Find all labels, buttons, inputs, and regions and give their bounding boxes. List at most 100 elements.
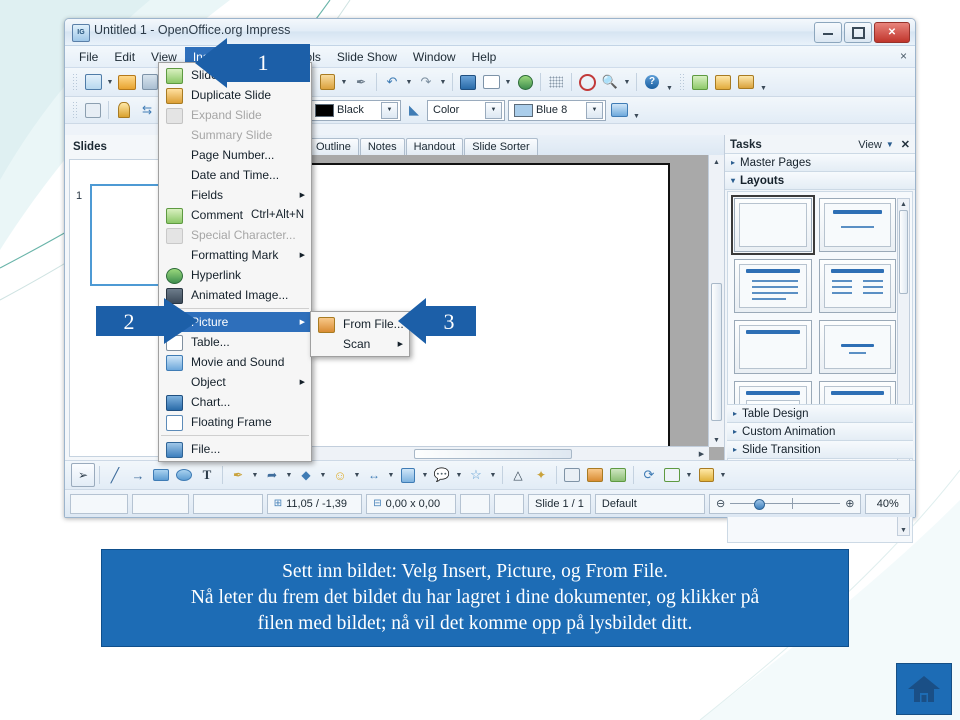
redo-button[interactable]: ↷ — [415, 71, 437, 93]
zoom-knob[interactable] — [754, 499, 766, 510]
menu-item-formatting-mark[interactable]: Formatting Mark ▶ — [159, 245, 311, 265]
rectangle-tool-button[interactable] — [150, 464, 172, 486]
symbol-shapes-dropdown-icon[interactable]: ▼ — [352, 464, 362, 486]
tasks-section-slide-transition[interactable]: ▸ Slide Transition — [727, 440, 913, 459]
minimize-button[interactable] — [814, 22, 842, 43]
menu-item-floating-frame[interactable]: Floating Frame — [159, 412, 311, 432]
menu-edit[interactable]: Edit — [106, 47, 143, 67]
table-button[interactable] — [480, 71, 502, 93]
crop-button[interactable]: ⇆ — [136, 99, 158, 121]
home-button[interactable] — [896, 663, 952, 715]
line-color-combo[interactable]: Black ▼ — [309, 99, 401, 121]
scroll-up-icon[interactable]: ▲ — [898, 199, 909, 209]
status-zoom-level[interactable]: 40% — [865, 493, 911, 514]
open-document-button[interactable] — [116, 71, 138, 93]
glue-points-button[interactable]: ✦ — [530, 464, 552, 486]
insert-picture-button[interactable] — [584, 464, 606, 486]
from-file-insert-button[interactable] — [561, 464, 583, 486]
callout-shapes-button[interactable]: 💬 — [431, 464, 453, 486]
layout-centered-text[interactable] — [818, 320, 896, 374]
tasks-section-custom-animation[interactable]: ▸ Custom Animation — [727, 422, 913, 441]
display-grid-button[interactable] — [545, 71, 567, 93]
slide-canvas-area[interactable]: ▲ ▼ ▶ — [304, 155, 724, 461]
undo-dropdown-icon[interactable]: ▼ — [404, 71, 414, 93]
close-button[interactable]: ✕ — [874, 22, 910, 43]
line-properties-button[interactable] — [82, 99, 104, 121]
line-tool-button[interactable]: ╱ — [104, 464, 126, 486]
maximize-button[interactable] — [844, 22, 872, 43]
canvas-vertical-scrollbar[interactable]: ▲ ▼ — [708, 155, 724, 447]
layout-title-bullets[interactable] — [734, 259, 812, 313]
layout-two-content[interactable] — [818, 259, 896, 313]
toolbar-grip[interactable] — [72, 73, 78, 91]
clone-formatting-button[interactable]: ✒ — [350, 71, 372, 93]
tab-notes[interactable]: Notes — [359, 138, 405, 155]
help-button[interactable]: ? — [641, 71, 663, 93]
tab-outline[interactable]: Outline — [308, 138, 359, 155]
submenu-item-scan[interactable]: Scan ▶ — [311, 334, 409, 354]
horizontal-scroll-thumb[interactable] — [414, 449, 572, 459]
zoom-out-icon[interactable]: ⊖ — [716, 497, 725, 510]
flowchart-dropdown-icon[interactable]: ▼ — [420, 464, 430, 486]
menu-item-file[interactable]: File... — [159, 439, 311, 459]
arrange-dropdown-icon[interactable]: ▼ — [718, 464, 728, 486]
rotate-button[interactable]: ⟳ — [638, 464, 660, 486]
menu-item-date-and-time[interactable]: Date and Time... — [159, 165, 311, 185]
gallery-button[interactable] — [607, 464, 629, 486]
menu-item-movie-and-sound[interactable]: Movie and Sound — [159, 352, 311, 372]
toolbar-grip[interactable] — [72, 101, 78, 119]
tasks-view-button[interactable]: View — [858, 139, 882, 151]
tasks-view-dropdown-icon[interactable]: ▼ — [886, 140, 894, 149]
menu-file[interactable]: File — [71, 47, 106, 67]
start-slideshow-button[interactable] — [735, 71, 757, 93]
presentation-toolbar-overflow-icon[interactable]: ▼ — [758, 70, 769, 94]
stars-dropdown-icon[interactable]: ▼ — [488, 464, 498, 486]
line-color-dropdown-icon[interactable]: ▼ — [381, 101, 398, 119]
layout-title-only[interactable] — [734, 320, 812, 374]
toolbar-grip[interactable] — [679, 73, 685, 91]
hyperlink-button[interactable] — [514, 71, 536, 93]
arrange-button[interactable] — [695, 464, 717, 486]
basic-shapes-dropdown-icon[interactable]: ▼ — [318, 464, 328, 486]
fill-color-dropdown-icon[interactable]: ▼ — [586, 101, 603, 119]
zoom-button[interactable]: 🔍 — [599, 71, 621, 93]
fill-type-dropdown-icon[interactable]: ▼ — [485, 101, 502, 119]
curve-tool-button[interactable]: ✒ — [227, 464, 249, 486]
paste-button[interactable] — [316, 71, 338, 93]
menu-item-hyperlink[interactable]: Hyperlink — [159, 265, 311, 285]
menu-item-chart[interactable]: Chart... — [159, 392, 311, 412]
curve-dropdown-icon[interactable]: ▼ — [250, 464, 260, 486]
tasks-section-table-design[interactable]: ▸ Table Design — [727, 404, 913, 423]
align-button[interactable] — [661, 464, 683, 486]
new-dropdown-icon[interactable]: ▼ — [105, 71, 115, 93]
shadow-toggle-button[interactable] — [608, 99, 630, 121]
fill-color-combo[interactable]: Blue 8 ▼ — [508, 99, 606, 121]
block-arrows-dropdown-icon[interactable]: ▼ — [386, 464, 396, 486]
new-slide-button[interactable] — [689, 71, 711, 93]
scroll-right-icon[interactable]: ▶ — [696, 447, 707, 461]
fill-type-combo[interactable]: Color ▼ — [427, 99, 505, 121]
close-document-icon[interactable]: × — [900, 49, 907, 63]
slide-layout-button[interactable] — [712, 71, 734, 93]
menu-item-comment[interactable]: Comment Ctrl+Alt+N — [159, 205, 311, 225]
area-style-button[interactable]: ◣ — [403, 99, 425, 121]
layouts-scroll-thumb[interactable] — [899, 210, 908, 294]
layout-blank[interactable] — [731, 195, 815, 255]
tasks-section-master-pages[interactable]: ▸ Master Pages — [725, 153, 915, 172]
connector-dropdown-icon[interactable]: ▼ — [284, 464, 294, 486]
standard-toolbar-overflow-icon[interactable]: ▼ — [664, 70, 675, 94]
tab-slide-sorter[interactable]: Slide Sorter — [464, 138, 538, 155]
line-toolbar-overflow-icon[interactable]: ▼ — [631, 98, 642, 122]
vertical-scroll-thumb[interactable] — [711, 283, 722, 421]
stars-shapes-button[interactable]: ☆ — [465, 464, 487, 486]
paste-dropdown-icon[interactable]: ▼ — [339, 71, 349, 93]
canvas-horizontal-scrollbar[interactable]: ▶ — [304, 446, 709, 461]
select-tool-button[interactable]: ➢ — [71, 463, 95, 487]
block-arrows-button[interactable]: ↔ — [363, 464, 385, 486]
text-tool-button[interactable]: T — [196, 464, 218, 486]
zoom-slider[interactable]: ⊖ ⊕ — [709, 493, 862, 514]
new-document-button[interactable] — [82, 71, 104, 93]
submenu-item-from-file[interactable]: From File... — [311, 314, 409, 334]
show-draw-functions-button[interactable] — [576, 71, 598, 93]
callout-dropdown-icon[interactable]: ▼ — [454, 464, 464, 486]
